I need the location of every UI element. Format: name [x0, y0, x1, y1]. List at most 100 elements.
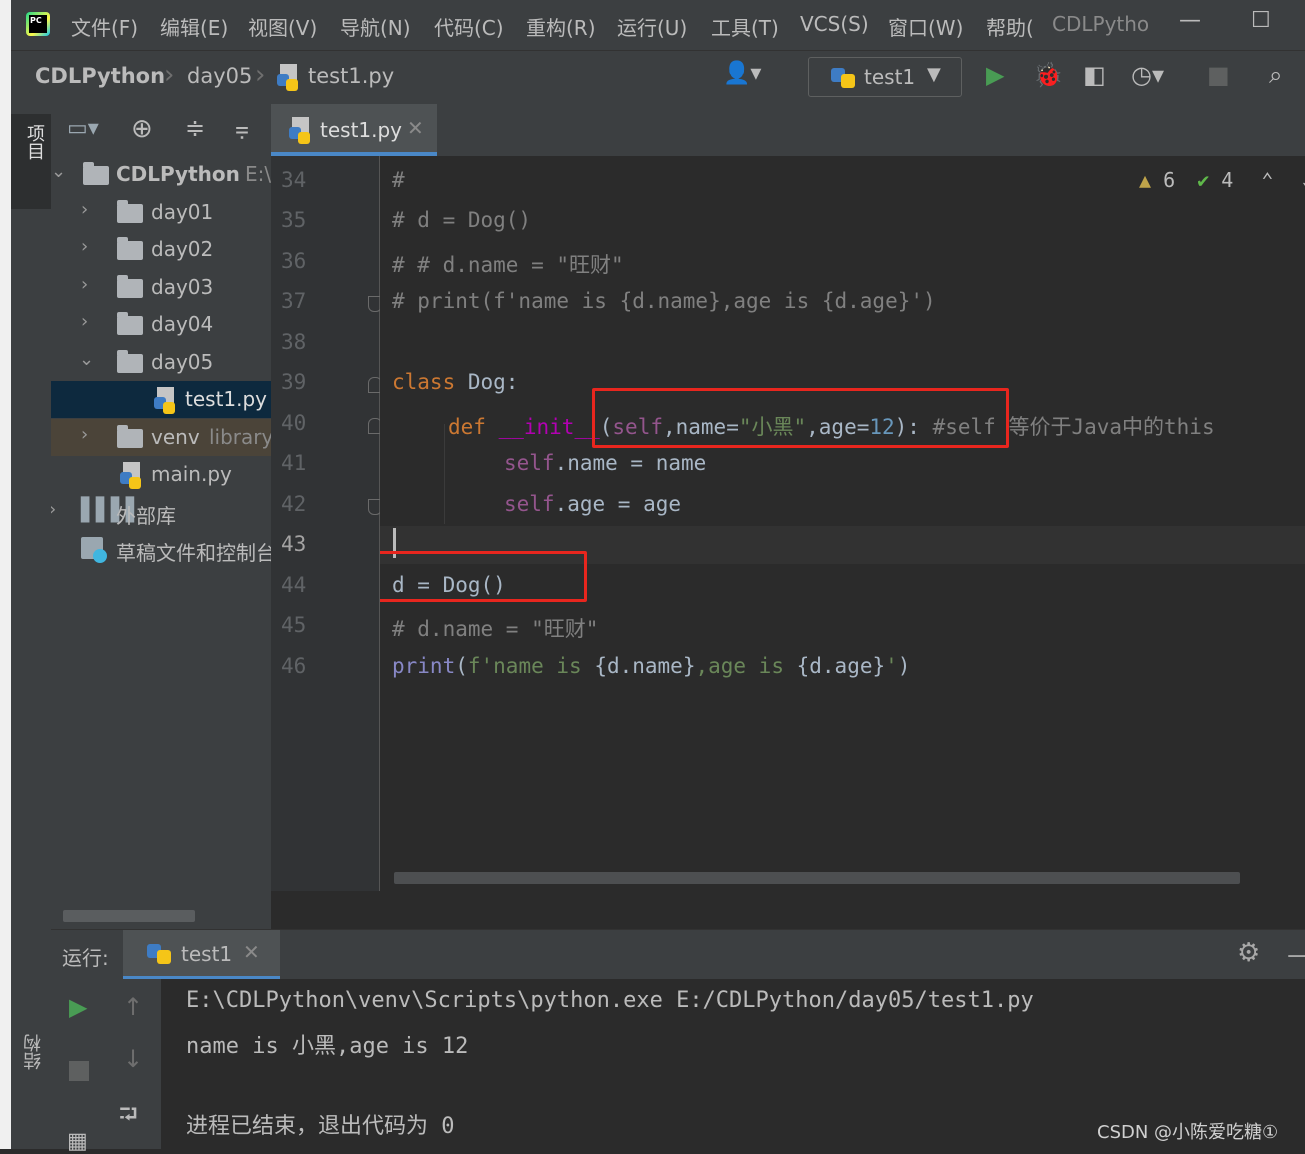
highlight-box-instance — [380, 551, 587, 602]
locate-icon[interactable]: ⊕ — [131, 114, 153, 144]
breadcrumb-project[interactable]: CDLPython — [35, 64, 165, 88]
menu-code[interactable]: 代码(C) — [434, 12, 504, 41]
tree-item-day04[interactable]: › day04 — [51, 306, 271, 343]
layout-icon[interactable]: ▦ — [67, 1129, 88, 1154]
line-number: 45 — [281, 613, 307, 637]
run-tab-label: test1 — [181, 942, 233, 966]
collapse-all-icon[interactable]: ⩦ — [235, 114, 249, 142]
project-tree: ⌄ CDLPython E:\ › day01 › day02 › day03 … — [51, 156, 271, 929]
folder-icon — [117, 275, 143, 298]
chevron-right-icon: › — [81, 274, 89, 295]
tree-item-day03[interactable]: › day03 — [51, 269, 271, 306]
tree-item-day02[interactable]: › day02 — [51, 231, 271, 268]
code-line-34: # — [392, 168, 405, 192]
line-number: 46 — [281, 654, 307, 678]
breadcrumb-folder[interactable]: day05 — [187, 64, 252, 88]
run-icon[interactable]: ▶ — [986, 61, 1004, 89]
chevron-down-icon[interactable]: ⌄ — [1301, 168, 1305, 192]
keyword: class — [392, 370, 456, 394]
folder-icon — [117, 312, 143, 335]
coverage-icon[interactable]: ◧ — [1083, 61, 1106, 89]
minimize-button[interactable]: — — [1179, 8, 1201, 33]
project-toolbar: ▭▾ ⊕ ≑ ⩦ — [51, 104, 271, 156]
project-tool-label: 项目 — [24, 124, 45, 160]
menu-refactor[interactable]: 重构(R) — [526, 12, 596, 41]
tree-item-label: main.py — [151, 462, 232, 486]
tree-item-root[interactable]: ⌄ CDLPython E:\ — [51, 156, 271, 193]
arrow-up-icon[interactable]: ↑ — [123, 993, 143, 1021]
tree-item-scratches[interactable]: 草稿文件和控制台 — [51, 531, 271, 568]
menu-file[interactable]: 文件(F) — [71, 12, 138, 41]
line-number: 34 — [281, 168, 307, 192]
chevron-up-icon[interactable]: ⌃ — [1261, 168, 1273, 192]
code-text: .age = age — [554, 492, 682, 516]
project-tool-tab[interactable]: 项目 — [11, 114, 51, 209]
soft-wrap-icon[interactable]: ⮒ — [119, 1097, 138, 1138]
close-icon[interactable]: ✕ — [243, 940, 260, 964]
tree-item-venv[interactable]: › venv library — [51, 419, 271, 456]
menu-window[interactable]: 窗口(W) — [888, 12, 963, 41]
stop-icon[interactable]: ■ — [1207, 61, 1230, 89]
tree-item-main[interactable]: main.py — [51, 456, 271, 493]
menu-vcs[interactable]: VCS(S) — [800, 12, 869, 36]
hide-panel-icon[interactable]: — — [1287, 940, 1305, 970]
menu-help[interactable]: 帮助( — [986, 12, 1034, 41]
highlight-box-init — [592, 388, 1009, 448]
python-file-icon — [154, 387, 178, 414]
run-configuration-label: test1 — [864, 65, 916, 89]
tab-test1[interactable]: test1.py ✕ — [271, 104, 437, 156]
run-panel-title: 运行: — [62, 946, 109, 970]
python-icon — [831, 64, 855, 90]
close-icon[interactable]: ✕ — [407, 116, 424, 140]
rerun-icon[interactable]: ▶ — [69, 993, 87, 1021]
tree-item-test1[interactable]: test1.py — [51, 381, 271, 418]
run-tab-test1[interactable]: test1 ✕ — [123, 930, 280, 980]
menu-edit[interactable]: 编辑(E) — [160, 12, 228, 41]
code-line-41: self.name = name — [504, 451, 706, 475]
clock-badge-icon — [93, 549, 107, 563]
run-toolbar: ▶ ↑ ↓ ⮒ ▦ — [51, 979, 161, 1154]
breadcrumb-file[interactable]: test1.py — [308, 64, 394, 88]
chevron-down-icon: ⌄ — [79, 349, 95, 370]
horizontal-scrollbar[interactable] — [394, 872, 1240, 884]
maximize-button[interactable]: ☐ — [1251, 8, 1271, 33]
line-number: 39 — [281, 370, 307, 394]
folder-icon — [117, 200, 143, 223]
run-configuration-select[interactable]: test1 ▼ — [808, 57, 962, 97]
code-line-46: print(f'name is {d.name},age is {d.age}'… — [392, 654, 910, 678]
tree-item-external-libraries[interactable]: › ▌▌▌▌ 外部库 — [51, 494, 271, 531]
tree-item-label: day01 — [151, 200, 214, 224]
menu-navigate[interactable]: 导航(N) — [340, 12, 411, 41]
tree-item-day05[interactable]: ⌄ day05 — [51, 344, 271, 381]
tree-item-day01[interactable]: › day01 — [51, 194, 271, 231]
horizontal-scrollbar[interactable] — [63, 910, 195, 922]
self-keyword: self — [504, 451, 555, 475]
menu-tools[interactable]: 工具(T) — [711, 12, 779, 41]
gear-icon[interactable]: ⚙ — [1237, 938, 1260, 968]
tree-item-label: test1.py — [185, 387, 268, 411]
inspection-widget[interactable]: ▲ 6 ✔ 4 ⌃ ⌄ — [1139, 168, 1305, 192]
menu-run[interactable]: 运行(U) — [617, 12, 687, 41]
builtin-function: print — [392, 654, 456, 678]
expand-all-icon[interactable]: ≑ — [185, 114, 205, 142]
folder-icon — [117, 237, 143, 260]
logo-text: PC — [29, 15, 47, 33]
arrow-down-icon[interactable]: ↓ — [123, 1045, 143, 1073]
stop-icon[interactable] — [69, 1061, 89, 1081]
tree-item-label: 外部库 — [116, 504, 176, 528]
menu-view[interactable]: 视图(V) — [248, 12, 317, 41]
debug-icon[interactable]: 🐞 — [1033, 61, 1063, 89]
code-line-39: class Dog: — [392, 370, 518, 394]
search-icon[interactable]: ⌕ — [1269, 61, 1282, 89]
view-options-icon[interactable]: ▭▾ — [67, 116, 99, 141]
line-number: 37 — [281, 289, 307, 313]
tab-label: test1.py — [320, 118, 403, 142]
line-number: 41 — [281, 451, 307, 475]
structure-tool-tab[interactable]: 结构 — [21, 1034, 47, 1070]
code-editor[interactable]: # # d = Dog() # # d.name = "旺财" # print(… — [380, 156, 1305, 891]
code-text: .name = name — [554, 451, 707, 475]
string-literal: ' — [885, 654, 898, 678]
user-icon[interactable]: 👤▾ — [723, 61, 761, 86]
run-panel-header: 运行: test1 ✕ ⚙ — — [51, 929, 1305, 980]
profile-icon[interactable]: ◷▾ — [1131, 61, 1164, 89]
